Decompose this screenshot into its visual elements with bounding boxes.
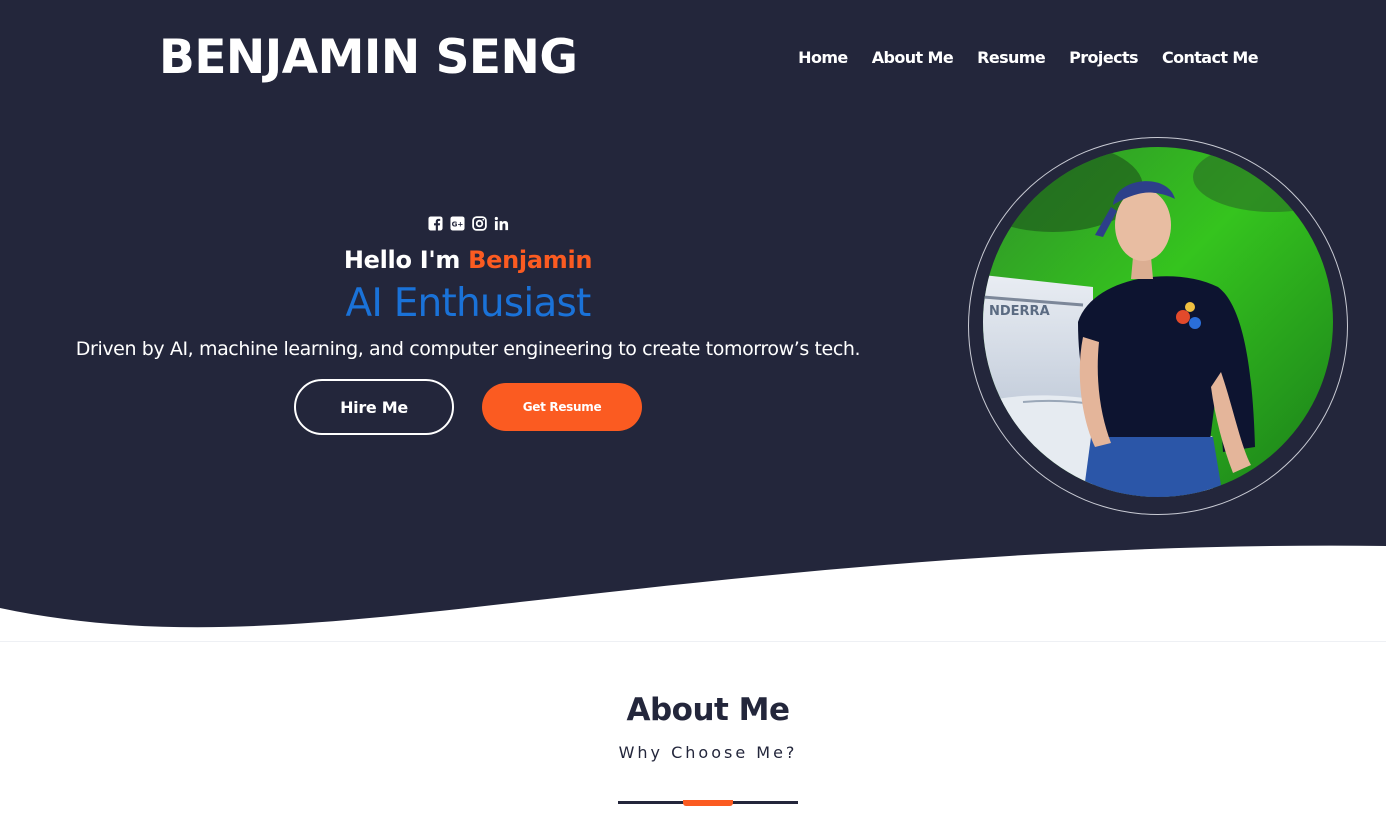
hero-tagline: Driven by AI, machine learning, and comp… [75,338,861,360]
facebook-icon[interactable] [427,215,443,231]
google-plus-icon[interactable]: G+ [449,215,465,231]
svg-text:NDERRA: NDERRA [989,304,1050,319]
greeting-name: Benjamin [468,246,593,274]
site-logo-text[interactable]: BENJAMIN SENG [159,30,578,86]
hire-me-button[interactable]: Hire Me [294,379,454,435]
nav-resume[interactable]: Resume [977,47,1046,69]
nav-home[interactable]: Home [798,47,848,69]
profile-photo: NDERRA [983,147,1333,497]
nav-contact-me[interactable]: Contact Me [1162,47,1259,69]
hero-buttons: Hire Me Get Resume [294,379,642,435]
about-subtitle: Why Choose Me? [618,743,798,762]
about-section: About Me Why Choose Me? [0,690,1386,764]
hero-intro: G+ Hello I'm Benjamin AI Enthusiast Driv… [60,214,876,362]
greeting-text: Hello I'm [343,246,461,274]
instagram-icon[interactable] [471,215,487,231]
about-title: About Me [626,692,790,728]
hero-role: AI Enthusiast [345,281,592,326]
svg-text:G+: G+ [451,219,463,228]
social-links: G+ [60,214,876,232]
hero-wave-divider [0,545,1386,640]
nav-projects[interactable]: Projects [1069,47,1138,69]
main-nav: Home About Me Resume Projects Contact Me [798,47,1258,69]
section-divider [0,641,1386,642]
get-resume-button[interactable]: Get Resume [482,383,642,431]
title-underline-accent [683,800,733,806]
nav-about-me[interactable]: About Me [872,47,954,69]
hero-section: BENJAMIN SENG Home About Me Resume Proje… [0,0,1386,640]
hero-greeting: Hello I'm Benjamin [60,244,876,276]
linkedin-icon[interactable] [493,215,509,231]
